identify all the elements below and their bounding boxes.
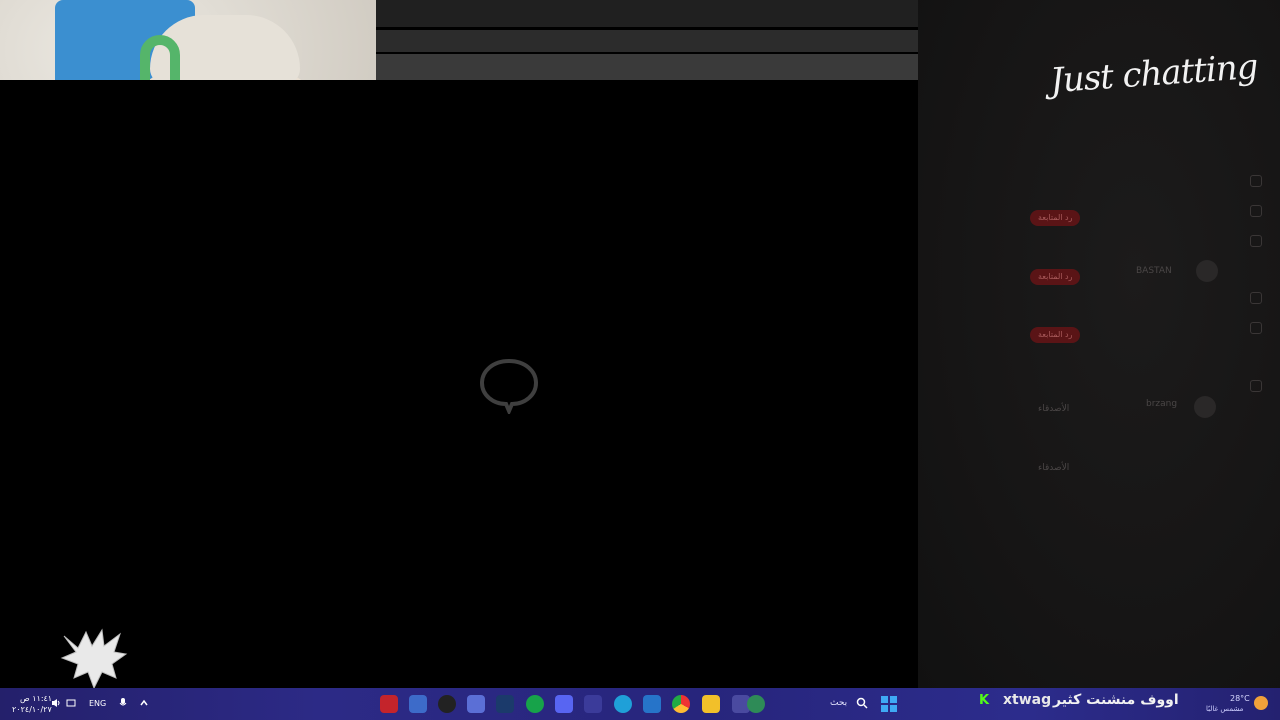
filter-icon[interactable]	[1250, 322, 1262, 334]
microphone-icon[interactable]	[118, 698, 128, 708]
discord-icon[interactable]	[555, 695, 573, 713]
windows-start-icon[interactable]	[881, 696, 897, 712]
chat-bubble-icon	[479, 358, 539, 414]
main-content-area	[0, 80, 918, 688]
weather-description[interactable]: مشمس غالبًا	[1206, 705, 1243, 713]
calendar-icon[interactable]	[1250, 292, 1262, 304]
language-indicator[interactable]: ENG	[89, 699, 106, 708]
clock-date[interactable]: ٢٠٢٤/١٠/٢٧	[12, 705, 52, 714]
window-app-icon[interactable]	[467, 695, 485, 713]
friends-label: الأصدقاء	[1038, 463, 1070, 473]
store-icon[interactable]	[584, 695, 602, 713]
mail-icon[interactable]	[643, 695, 661, 713]
follow-back-pill[interactable]: رد المتابعة	[1030, 210, 1081, 226]
edge-icon[interactable]	[614, 695, 632, 713]
game-app-icon[interactable]	[747, 695, 765, 713]
steam-icon[interactable]	[496, 695, 514, 713]
eagle-logo	[60, 628, 128, 690]
avatar	[1196, 260, 1218, 282]
kick-logo-icon: K	[979, 693, 990, 708]
volume-icon[interactable]	[51, 698, 61, 708]
youtube-icon[interactable]	[380, 695, 398, 713]
logout-icon[interactable]	[1250, 380, 1262, 392]
browser-address-bar[interactable]	[376, 54, 918, 80]
sun-icon[interactable]	[1254, 696, 1268, 710]
home-icon[interactable]	[1250, 175, 1262, 187]
compass-icon[interactable]	[1250, 205, 1262, 217]
weather-temperature[interactable]: 28°C	[1230, 694, 1250, 703]
browser-toolbar	[376, 30, 918, 52]
side-panel	[918, 0, 1280, 688]
explorer-icon[interactable]	[702, 695, 720, 713]
follow-back-pill[interactable]: رد المتابعة	[1030, 269, 1081, 285]
shield-app-icon[interactable]	[409, 695, 427, 713]
search-icon[interactable]	[856, 697, 868, 709]
friend-name: brzang	[1146, 399, 1178, 409]
avatar	[1194, 396, 1216, 418]
network-icon[interactable]	[66, 698, 76, 708]
search-label[interactable]: بحث	[830, 698, 847, 708]
clock-time[interactable]: ١١:٤١ ص	[20, 694, 52, 703]
xbox-icon[interactable]	[526, 695, 544, 713]
follow-back-pill[interactable]: رد المتابعة	[1030, 327, 1081, 343]
github-icon[interactable]	[438, 695, 456, 713]
search-icon[interactable]	[1250, 235, 1262, 247]
friend-name: BASTAN	[1136, 266, 1172, 276]
browser-tab-bar	[376, 0, 918, 27]
chevron-up-icon[interactable]	[139, 698, 149, 708]
chat-username: xtwag	[1003, 692, 1052, 708]
chat-message: اووف منشنت كثير	[1053, 692, 1179, 708]
friends-label: الأصدقاء	[1038, 404, 1070, 414]
chrome-icon[interactable]	[672, 695, 690, 713]
